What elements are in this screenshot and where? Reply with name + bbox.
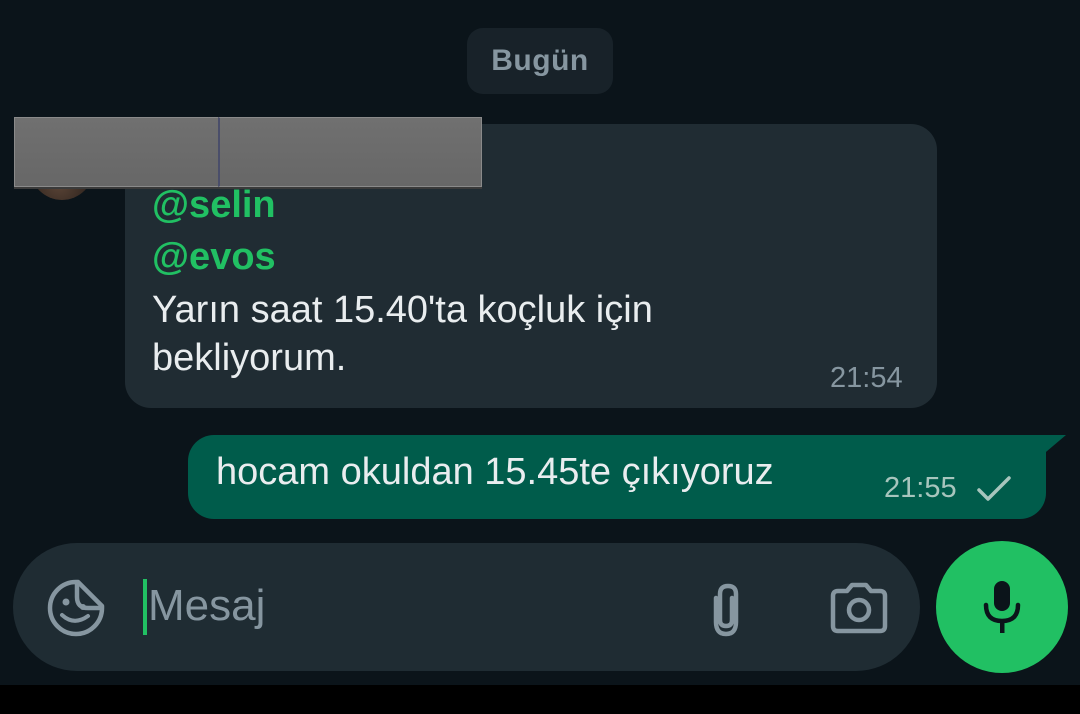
incoming-message-time: 21:54 bbox=[830, 362, 903, 394]
outgoing-message-time: 21:55 bbox=[884, 472, 957, 504]
attach-icon[interactable] bbox=[702, 580, 750, 640]
text-cursor bbox=[143, 579, 147, 635]
single-check-icon bbox=[977, 476, 1011, 501]
voice-message-button[interactable] bbox=[936, 541, 1068, 673]
camera-icon[interactable] bbox=[828, 580, 890, 636]
bubble-tail bbox=[1040, 435, 1066, 457]
sticker-icon[interactable] bbox=[46, 578, 106, 638]
system-nav-strip bbox=[0, 685, 1080, 714]
mention-link[interactable]: @selin bbox=[152, 183, 276, 227]
date-chip: Bugün bbox=[467, 28, 613, 94]
redacted-sender-phone bbox=[218, 117, 482, 187]
mic-icon bbox=[983, 581, 1021, 633]
incoming-message-text: Yarın saat 15.40'ta koçluk için bekliyor… bbox=[152, 289, 653, 379]
message-input[interactable] bbox=[148, 578, 648, 634]
mention-link[interactable]: @evos bbox=[152, 235, 276, 279]
redacted-sender-name bbox=[14, 117, 222, 187]
outgoing-message-text: hocam okuldan 15.45te çıkıyoruz bbox=[216, 451, 774, 493]
